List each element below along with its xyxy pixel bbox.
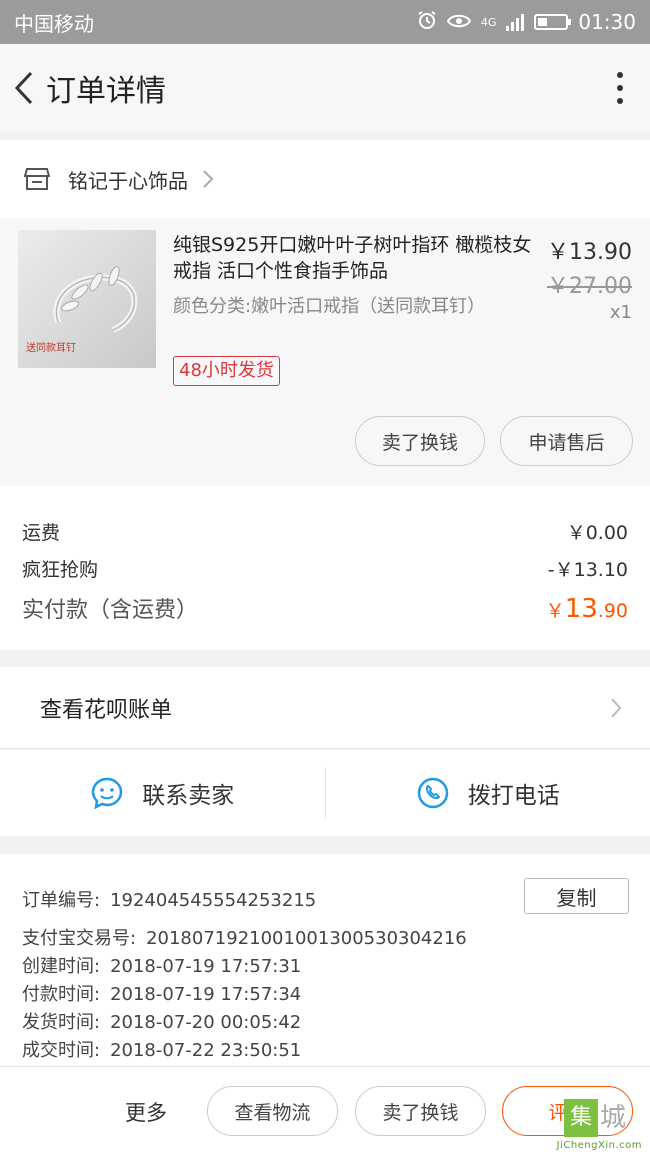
shipping-label: 运费 [22,522,61,544]
status-bar: 中国移动 4G 01:30 [0,0,650,44]
alipay-number-row: 支付宝交易号: 2018071921001001300530304216 [22,924,467,950]
completed-time-value: 2018-07-22 23:50:51 [110,1040,302,1061]
discount-label: 疯狂抢购 [22,559,99,581]
alipay-number-label: 支付宝交易号: [22,928,137,949]
more-button[interactable]: 更多 [125,1097,167,1127]
product-image[interactable]: 送同款耳钉 [18,230,156,368]
watermark-url: JiChengXin.com [556,1140,642,1151]
chevron-right-icon [203,170,214,188]
alarm-icon [417,10,437,35]
shipped-time-label: 发货时间: [22,1012,101,1033]
copy-button[interactable]: 复制 [524,878,629,914]
shipping-row: 运费 ￥0.00 [22,518,628,545]
created-time-row: 创建时间: 2018-07-19 17:57:31 [22,952,301,978]
paid-time-row: 付款时间: 2018-07-19 17:57:34 [22,980,301,1006]
paid-time-value: 2018-07-19 17:57:34 [110,984,302,1005]
total-label: 实付款（含运费） [22,598,199,623]
call-phone-button[interactable]: 拨打电话 [326,750,650,836]
contact-seller-button[interactable]: 联系卖家 [0,750,325,836]
product-title[interactable]: 纯银S925开口嫩叶叶子树叶指环 橄榄枝女戒指 活口个性食指手饰品 [173,232,535,284]
page-title: 订单详情 [46,74,166,109]
call-phone-label: 拨打电话 [467,783,560,809]
watermark-name: 城 [600,1103,627,1133]
sell-button-bottom[interactable]: 卖了换钱 [355,1086,486,1136]
shipping-value: ￥0.00 [566,522,628,544]
contact-seller-label: 联系卖家 [142,783,235,809]
store-icon [24,168,50,190]
total-currency: ￥ [545,600,565,622]
huabei-label: 查看花呗账单 [40,697,173,723]
image-tag: 送同款耳钉 [26,343,76,354]
carrier-name: 中国移动 [14,11,94,36]
navbar: 订单详情 [0,44,650,132]
huabei-bill-row[interactable]: 查看花呗账单 [0,667,650,749]
after-sale-button[interactable]: 申请售后 [500,416,633,466]
product-variant: 颜色分类:嫩叶活口戒指（送同款耳钉） [173,296,486,317]
shipped-time-row: 发货时间: 2018-07-20 00:05:42 [22,1008,301,1034]
network-type-icon: 4G [480,15,497,29]
chevron-right-icon [611,697,622,718]
total-amount: ￥13.90 [546,594,628,624]
clock: 01:30 [578,10,636,34]
total-row: 实付款（含运费） ￥13.90 [22,592,628,624]
product-original-price: ￥27.00 [547,274,632,299]
cost-summary: 运费 ￥0.00 疯狂抢购 -￥13.10 实付款（含运费） ￥13.90 [0,486,650,650]
contact-bar: 联系卖家 拨打电话 [0,750,650,836]
total-decimal: .90 [597,600,628,622]
back-button[interactable] [2,44,46,132]
watermark-logo: 集 [564,1099,598,1137]
view-logistics-button[interactable]: 查看物流 [207,1086,338,1136]
product-card: 送同款耳钉 纯银S925开口嫩叶叶子树叶指环 橄榄枝女戒指 活口个性食指手饰品 … [0,218,650,486]
shop-name: 铭记于心饰品 [68,168,188,193]
shipped-time-value: 2018-07-20 00:05:42 [110,1012,302,1033]
sell-button[interactable]: 卖了换钱 [355,416,485,466]
watermark: 集 城 JiChengXin.com [534,1099,644,1151]
order-number-label: 订单编号: [22,890,101,911]
total-integer: 13 [564,594,598,624]
product-price: ￥13.90 [547,240,632,265]
order-info: 订单编号: 192404545554253215 复制 支付宝交易号: 201807… [0,854,650,1066]
status-icons: 4G 01:30 [417,10,636,35]
battery-icon [534,14,572,30]
bottom-action-bar: 更多 查看物流 卖了换钱 评价 集 城 JiChengXin.com [0,1066,650,1155]
phone-icon [417,777,448,809]
eye-icon [446,10,471,34]
shop-row[interactable]: 铭记于心饰品 [0,140,650,218]
more-vertical-icon [617,72,623,78]
shipping-badge: 48小时发货 [173,356,280,386]
alipay-number-value: 2018071921001001300530304216 [146,928,467,949]
signal-icon [506,13,525,31]
completed-time-row: 成交时间: 2018-07-22 23:50:51 [22,1036,301,1062]
discount-value: -￥13.10 [547,559,628,581]
discount-row: 疯狂抢购 -￥13.10 [22,555,628,582]
product-quantity: x1 [609,302,632,323]
order-number-row: 订单编号: 192404545554253215 [22,886,316,912]
order-number-value: 192404545554253215 [110,890,317,911]
chevron-left-icon [14,71,33,105]
more-options-button[interactable] [590,44,650,132]
completed-time-label: 成交时间: [22,1040,101,1061]
chat-bubble-icon [91,777,123,810]
created-time-label: 创建时间: [22,956,101,977]
created-time-value: 2018-07-19 17:57:31 [110,956,302,977]
paid-time-label: 付款时间: [22,984,101,1005]
